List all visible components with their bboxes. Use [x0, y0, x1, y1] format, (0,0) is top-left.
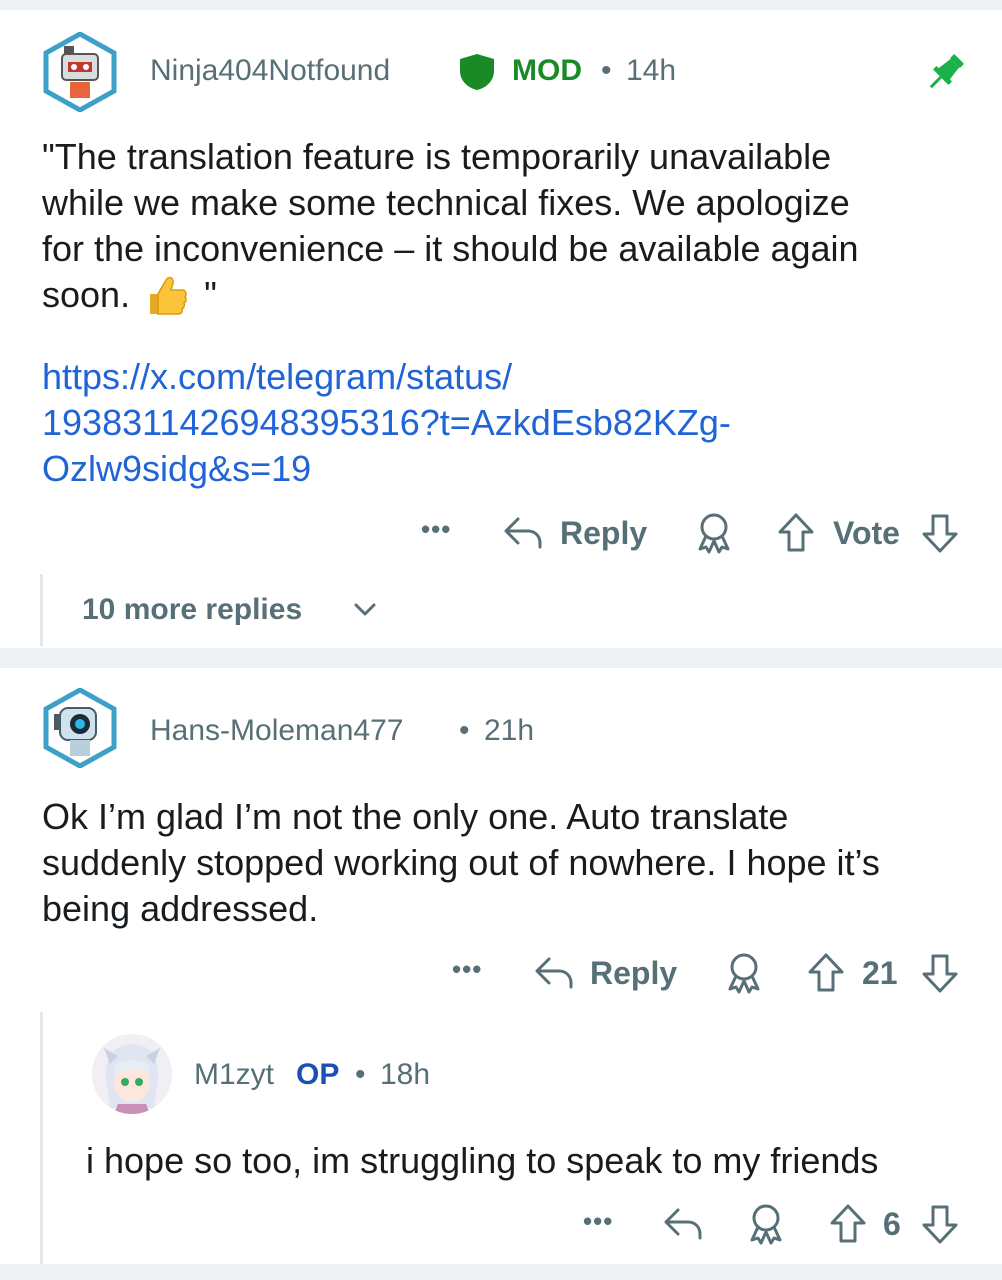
comment-body: Ok I’m glad I’m not the only one. Auto t…	[42, 794, 982, 932]
award-icon[interactable]	[694, 511, 734, 555]
body-line: suddenly stopped working out of nowhere.…	[42, 842, 880, 883]
downvote-arrow-icon[interactable]	[920, 1203, 960, 1245]
link-line[interactable]: Ozlw9sidg&s=19	[42, 446, 972, 492]
body-line: i hope so too, im struggling to speak to…	[86, 1140, 879, 1181]
link-line[interactable]: https://x.com/telegram/status/	[42, 354, 972, 400]
bottom-divider	[0, 1264, 1002, 1280]
username[interactable]: Hans-Moleman477	[150, 714, 403, 748]
mod-badge: MOD	[512, 54, 582, 87]
reply-arrow-icon[interactable]	[533, 953, 575, 993]
thread-line	[40, 574, 43, 646]
reply-arrow-icon[interactable]	[662, 1204, 704, 1244]
downvote-arrow-icon[interactable]	[920, 952, 960, 994]
body-line: while we make some technical fixes. We a…	[42, 182, 850, 223]
body-line: Ok I’m glad I’m not the only one. Auto t…	[42, 796, 789, 837]
thumbs-up-emoji	[144, 272, 190, 318]
vote-count: 6	[883, 1206, 901, 1242]
reply-arrow-icon[interactable]	[502, 513, 544, 553]
upvote-arrow-icon[interactable]	[828, 1203, 868, 1245]
status-link[interactable]: https://x.com/telegram/status/ 193831142…	[42, 354, 972, 492]
timestamp: 21h	[484, 714, 535, 747]
downvote-arrow-icon[interactable]	[920, 512, 960, 554]
timestamp: 14h	[626, 54, 677, 87]
link-line[interactable]: 1938311426948395316?t=AzkdEsb82KZg-	[42, 400, 972, 446]
more-options-button[interactable]: •••	[452, 954, 482, 985]
upvote-arrow-icon[interactable]	[776, 512, 816, 554]
more-options-button[interactable]: •••	[421, 514, 451, 545]
separator-dot: •	[355, 1058, 366, 1091]
avatar[interactable]	[40, 32, 120, 112]
reply-button[interactable]: Reply	[560, 515, 647, 552]
comment-body: "The translation feature is temporarily …	[42, 134, 972, 318]
award-icon[interactable]	[746, 1202, 786, 1246]
body-line-last: soon. "	[42, 272, 972, 318]
body-line: "The translation feature is temporarily …	[42, 136, 832, 177]
reply-button[interactable]: Reply	[590, 955, 677, 992]
shield-icon	[457, 52, 497, 92]
award-icon[interactable]	[724, 951, 764, 995]
op-badge: OP	[296, 1058, 340, 1091]
avatar[interactable]	[40, 688, 120, 768]
thread-line	[40, 1012, 43, 1264]
quote-close: "	[204, 274, 217, 315]
chevron-down-icon[interactable]	[352, 598, 378, 620]
top-divider	[0, 0, 1002, 10]
vote-label: Vote	[833, 515, 900, 551]
avatar[interactable]	[92, 1034, 172, 1114]
separator-dot: •	[459, 714, 470, 747]
comment-body: i hope so too, im struggling to speak to…	[86, 1138, 986, 1184]
username[interactable]: M1zyt	[194, 1058, 274, 1092]
more-replies-button[interactable]: 10 more replies	[82, 593, 302, 627]
pin-icon	[922, 50, 968, 96]
vote-count: 21	[862, 955, 898, 991]
timestamp: 18h	[380, 1058, 431, 1091]
more-options-button[interactable]: •••	[583, 1206, 613, 1237]
username[interactable]: Ninja404Notfound	[150, 54, 390, 88]
upvote-arrow-icon[interactable]	[806, 952, 846, 994]
comment-divider	[0, 648, 1002, 668]
separator-dot: •	[601, 54, 612, 87]
body-line: for the inconvenience – it should be ava…	[42, 228, 859, 269]
body-line: being addressed.	[42, 888, 319, 929]
body-line: soon.	[42, 274, 131, 315]
